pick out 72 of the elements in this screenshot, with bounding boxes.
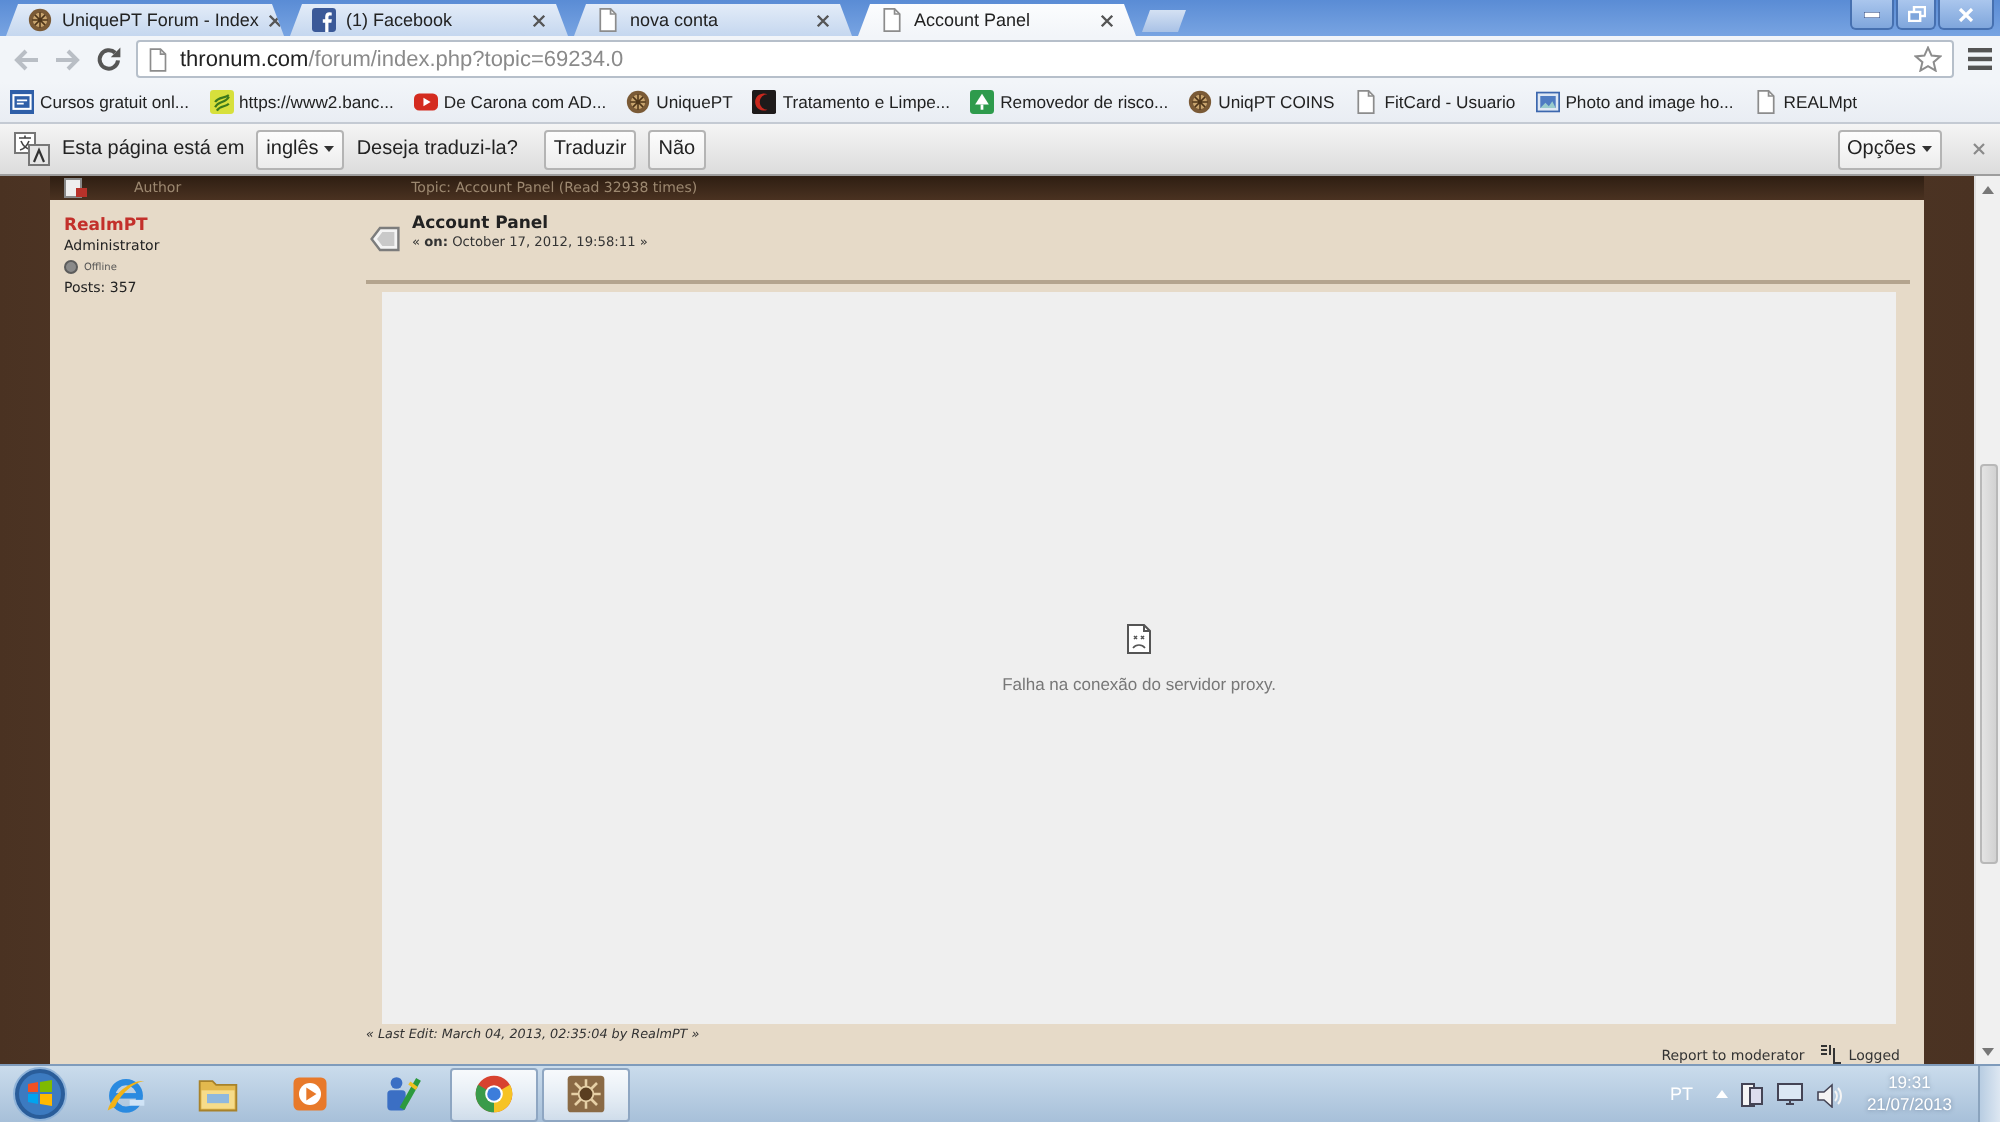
close-icon[interactable]: [268, 13, 283, 27]
coin-icon: [209, 90, 234, 114]
close-icon[interactable]: [1100, 13, 1114, 27]
emblem-icon: [28, 8, 52, 32]
page-icon: [596, 8, 620, 32]
scroll-down-icon[interactable]: [1982, 1048, 1994, 1056]
log-icon: [1820, 1044, 1843, 1064]
language-dropdown[interactable]: inglês: [256, 129, 345, 169]
post-title-link[interactable]: Account Panel: [412, 214, 648, 234]
bookmark-item[interactable]: FitCard - Usuario: [1354, 85, 1516, 119]
emblem-icon: [1188, 90, 1213, 114]
close-icon[interactable]: [816, 13, 830, 27]
square-logo-icon: [10, 90, 34, 114]
decline-button[interactable]: Não: [648, 129, 706, 169]
media-player-icon: [288, 1072, 332, 1116]
translate-icon: [14, 132, 50, 166]
bookmark-item[interactable]: https://www2.banc...: [209, 85, 394, 119]
browser-tab[interactable]: (1) Facebook: [290, 4, 568, 36]
options-dropdown[interactable]: Opções: [1837, 129, 1942, 169]
page-icon: [148, 47, 168, 71]
play-icon: [413, 90, 438, 114]
browser-tab[interactable]: Account Panel: [858, 4, 1136, 36]
bookmark-item[interactable]: Cursos gratuit onl...: [10, 85, 190, 119]
tree-icon: [970, 90, 995, 114]
bookmark-item[interactable]: De Carona com AD...: [413, 85, 607, 119]
scrollbar-thumb[interactable]: [1979, 464, 1997, 864]
emblem-icon: [626, 90, 651, 114]
emblem-icon: [564, 1072, 608, 1116]
photo-icon: [1535, 90, 1560, 114]
caret-icon: [324, 146, 335, 152]
bookmark-item[interactable]: Removedor de risco...: [970, 85, 1169, 119]
taskbar-button[interactable]: [450, 1067, 538, 1121]
page-icon: [880, 8, 904, 32]
reload-icon[interactable]: [96, 46, 122, 72]
scroll-up-icon[interactable]: [1982, 186, 1994, 194]
broken-page-icon: [1126, 623, 1152, 653]
browser-tab[interactable]: nova conta: [574, 4, 852, 36]
star-icon[interactable]: [1914, 46, 1942, 72]
poster-name-link[interactable]: RealmPT: [64, 216, 148, 236]
page-icon: [64, 178, 88, 198]
close-icon[interactable]: [532, 13, 546, 27]
error-message: Falha na conexão do servidor proxy.: [1002, 673, 1276, 693]
bookmark-item[interactable]: UniquePT: [626, 85, 733, 119]
tray-device-icon[interactable]: [1740, 1081, 1765, 1107]
bookmark-item[interactable]: Photo and image ho...: [1535, 85, 1734, 119]
close-button[interactable]: [1938, 0, 1994, 30]
minimize-icon: [1864, 11, 1880, 17]
bookmark-item[interactable]: REALMpt: [1753, 85, 1858, 119]
square-logo-icon: [312, 8, 336, 32]
browser-tab[interactable]: UniquePT Forum - Index: [6, 4, 284, 36]
caret-icon: [1922, 146, 1932, 152]
minimize-button[interactable]: [1850, 0, 1894, 30]
browser-logo-icon: [472, 1072, 516, 1116]
translate-button[interactable]: Traduzir: [543, 129, 637, 169]
infobar-message: Esta página está em: [62, 138, 245, 160]
new-tab-button[interactable]: [1142, 10, 1186, 32]
page-icon: [1753, 90, 1778, 114]
close-icon: [1958, 7, 1974, 21]
network-icon[interactable]: [1776, 1082, 1805, 1106]
infobar-question: Deseja traduzi-la?: [356, 138, 518, 160]
tag-icon: [370, 226, 400, 252]
speaker-icon[interactable]: [1816, 1081, 1843, 1107]
menu-icon[interactable]: [1968, 48, 1992, 70]
taskbar-button[interactable]: [542, 1067, 630, 1121]
restore-button[interactable]: [1896, 0, 1936, 30]
crescent-icon: [752, 90, 777, 114]
page-icon: [1354, 90, 1379, 114]
address-field[interactable]: thronum.com/forum/index.php?topic=69234.0: [136, 40, 1954, 78]
bookmark-item[interactable]: UniqPT COINS: [1188, 85, 1335, 119]
bookmark-item[interactable]: Tratamento e Limpe...: [752, 85, 951, 119]
start-button[interactable]: [12, 1066, 68, 1122]
restore-icon: [1907, 6, 1925, 22]
